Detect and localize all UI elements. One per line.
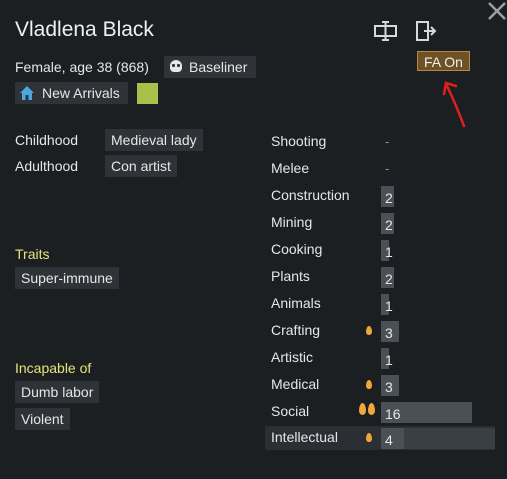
skill-row-plants[interactable]: Plants 2 — [265, 265, 505, 289]
adulthood-backstory[interactable]: Con artist — [105, 155, 177, 177]
skill-level: 3 — [385, 379, 393, 395]
passion-minor-icon — [366, 326, 372, 335]
skill-name: Shooting — [271, 133, 327, 149]
skill-name: Crafting — [271, 322, 321, 338]
skill-name: Plants — [271, 268, 310, 284]
skill-level: 2 — [385, 217, 393, 233]
childhood-label: Childhood — [15, 132, 79, 148]
skill-row-shooting[interactable]: Shooting - — [265, 130, 505, 154]
pawn-description: Female, age 38 (868) — [15, 59, 149, 75]
fa-toggle-button[interactable]: FA On — [417, 51, 470, 71]
skill-row-intellectual[interactable]: Intellectual 4 — [265, 426, 495, 450]
passion-major-icon — [359, 403, 366, 415]
skill-row-mining[interactable]: Mining 2 — [265, 211, 505, 235]
childhood-backstory[interactable]: Medieval lady — [105, 129, 203, 151]
skill-row-medical[interactable]: Medical 3 — [265, 373, 505, 397]
favorite-color-swatch[interactable] — [137, 83, 158, 104]
skill-name: Social — [271, 403, 310, 419]
skill-level: 2 — [385, 271, 393, 287]
skill-name: Cooking — [271, 241, 323, 257]
faction-badge[interactable]: New Arrivals — [15, 82, 128, 104]
skull-icon — [170, 60, 182, 72]
adulthood-label: Adulthood — [15, 158, 79, 174]
skill-level: 2 — [385, 190, 393, 206]
skill-name: Construction — [271, 187, 350, 203]
skill-row-crafting[interactable]: Crafting 3 — [265, 319, 505, 343]
skill-name: Artistic — [271, 349, 313, 365]
skill-name: Medical — [271, 376, 320, 392]
skill-row-artistic[interactable]: Artistic 1 — [265, 346, 505, 370]
skill-name: Melee — [271, 160, 310, 176]
rename-icon[interactable] — [373, 21, 398, 41]
pawn-name[interactable]: Vladlena Black — [15, 18, 154, 42]
close-icon[interactable] — [485, 0, 507, 24]
skill-level: 4 — [385, 432, 393, 448]
passion-minor-icon — [366, 380, 372, 389]
skill-row-animals[interactable]: Animals 1 — [265, 292, 505, 316]
traits-heading: Traits — [15, 246, 50, 262]
passion-minor-icon — [366, 433, 372, 442]
skill-row-melee[interactable]: Melee - — [265, 157, 505, 181]
faction-label: New Arrivals — [42, 85, 120, 101]
xenotype-badge[interactable]: Baseliner — [164, 56, 257, 78]
skill-level: 1 — [385, 298, 393, 314]
banish-icon[interactable] — [415, 20, 437, 42]
skill-level: 16 — [385, 406, 401, 422]
incapable-item[interactable]: Violent — [15, 408, 70, 430]
skill-level: 3 — [385, 325, 393, 341]
skill-name: Intellectual — [271, 429, 338, 445]
incapable-item[interactable]: Dumb labor — [15, 381, 100, 403]
skill-row-social[interactable]: Social 16 — [265, 400, 505, 424]
character-card: Vladlena Black FA On Female, age 38 (868… — [0, 0, 507, 479]
passion-major-icon — [368, 403, 375, 415]
house-icon — [19, 85, 35, 101]
red-arrow-annotation-icon — [440, 70, 470, 135]
skill-name: Mining — [271, 214, 313, 230]
skill-level: 1 — [385, 244, 393, 260]
skill-row-cooking[interactable]: Cooking 1 — [265, 238, 505, 262]
skill-level: 1 — [385, 352, 393, 368]
skill-row-construction[interactable]: Construction 2 — [265, 184, 505, 208]
trait-item[interactable]: Super-immune — [15, 267, 119, 289]
skill-level: - — [385, 161, 390, 176]
skill-name: Animals — [271, 295, 321, 311]
xenotype-label: Baseliner — [189, 59, 248, 75]
incapable-heading: Incapable of — [15, 360, 92, 376]
skill-level: - — [385, 134, 390, 149]
